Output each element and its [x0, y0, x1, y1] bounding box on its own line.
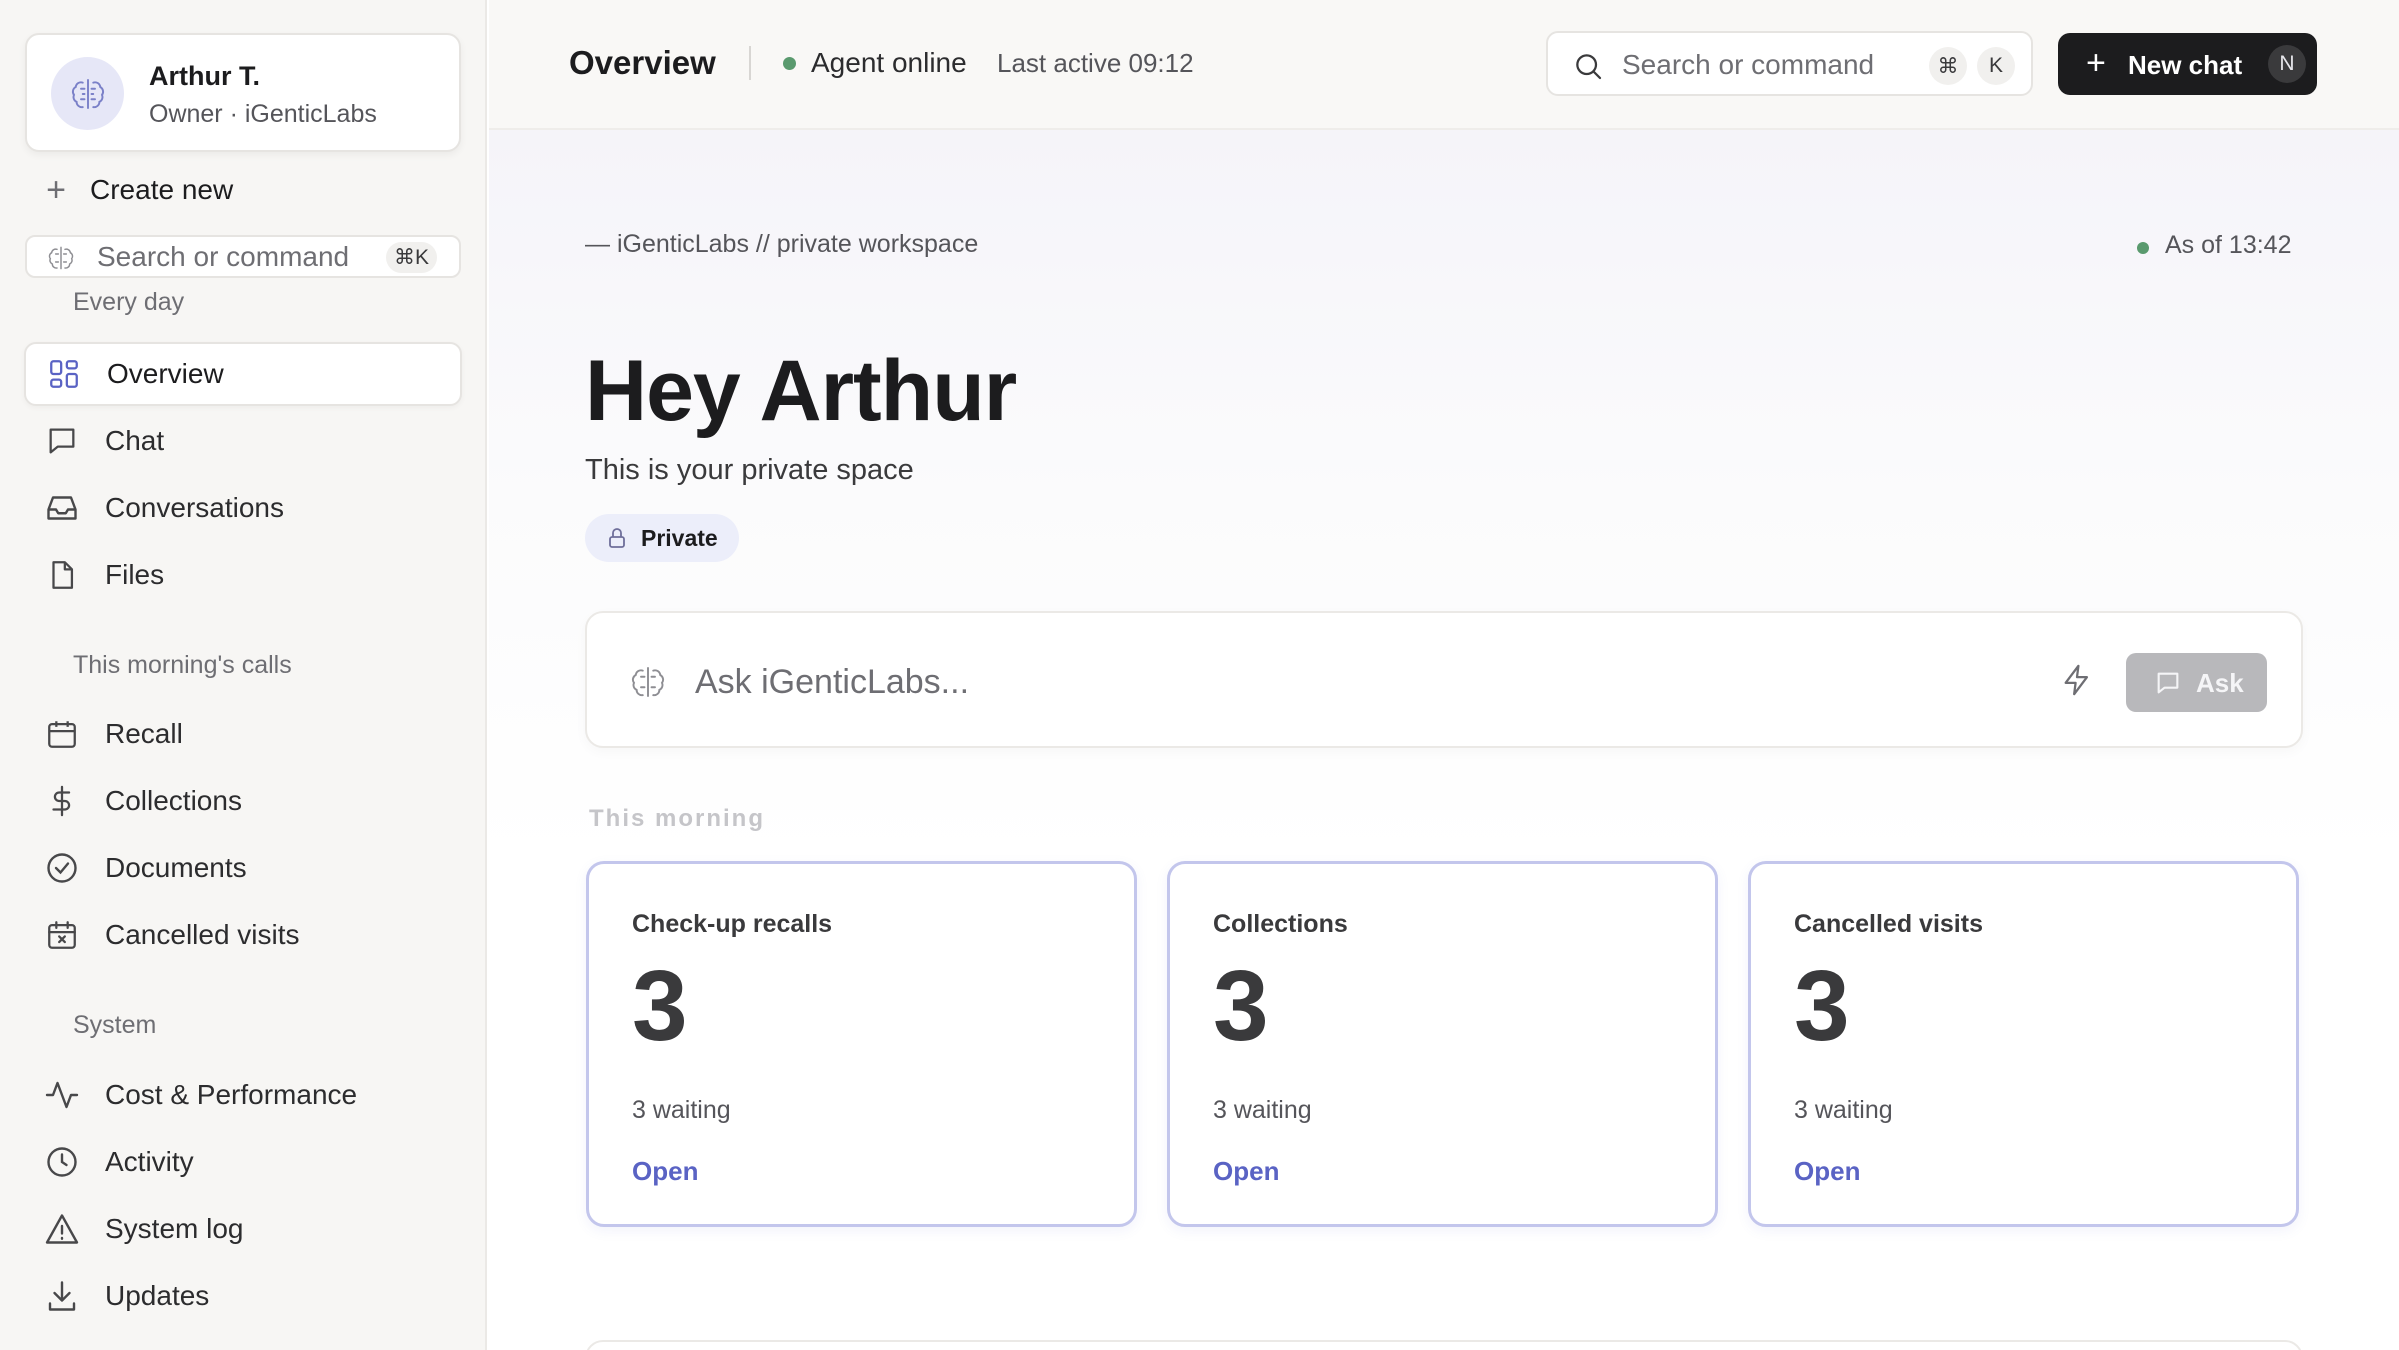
sidebar-item-cost-performance[interactable]: Cost & Performance: [24, 1063, 462, 1127]
top-bar: Overview Agent online Last active 09:12 …: [489, 0, 2399, 130]
download-icon: [44, 1278, 80, 1314]
clock-icon: [44, 1144, 80, 1180]
page-title: Overview: [569, 44, 716, 81]
calendar-x-icon: [44, 917, 80, 953]
sidebar-item-activity[interactable]: Activity: [24, 1130, 462, 1194]
sidebar-item-system-log[interactable]: System log: [24, 1197, 462, 1261]
as-of-dot: [2137, 242, 2149, 254]
brain-avatar-icon: [51, 57, 124, 130]
card-count: 3: [1213, 950, 1269, 1062]
sidebar-item-label: Documents: [105, 852, 247, 883]
create-new-button[interactable]: + Create new: [44, 168, 233, 212]
chat-bubble-icon: [2154, 669, 2182, 697]
sidebar-item-files[interactable]: Files: [24, 543, 462, 607]
card-cancelled-visits[interactable]: Cancelled visits 3 3 waiting Open: [1748, 861, 2299, 1227]
sidebar-search-shortcut: ⌘K: [385, 242, 437, 273]
profile-card[interactable]: Arthur T. Owner · iGenticLabs: [25, 33, 461, 152]
breadcrumb: — iGenticLabs // private workspace: [585, 230, 979, 258]
warning-icon: [44, 1211, 80, 1247]
grid-icon: [46, 356, 82, 392]
card-count: 3: [632, 950, 688, 1062]
agent-status: Agent online: [811, 47, 967, 78]
sidebar-item-collections[interactable]: Collections: [24, 769, 462, 833]
ask-button-label: Ask: [2196, 668, 2244, 698]
divider: [749, 46, 751, 80]
greeting-heading: Hey Arthur: [585, 343, 1017, 439]
private-badge-label: Private: [641, 525, 718, 551]
next-panel: [585, 1340, 2303, 1350]
lightning-icon[interactable]: [2060, 663, 2094, 697]
sidebar-item-label: Activity: [105, 1146, 194, 1177]
section-heading: This morning: [589, 805, 765, 832]
private-badge: Private: [585, 514, 739, 562]
sidebar-search-input[interactable]: Search or command ⌘K: [25, 235, 461, 278]
lock-icon: [605, 526, 629, 550]
section-label-calls: This morning's calls: [73, 651, 292, 679]
new-chat-label: New chat: [2128, 50, 2243, 80]
sidebar-item-documents[interactable]: Documents: [24, 836, 462, 900]
sidebar: Arthur T. Owner · iGenticLabs + Create n…: [0, 0, 487, 1350]
section-label-system: System: [73, 1011, 157, 1039]
sidebar-search-placeholder: Search or command: [97, 240, 350, 272]
status-dot: [783, 57, 796, 70]
create-new-label: Create new: [90, 174, 234, 205]
sidebar-item-label: Files: [105, 559, 165, 590]
sidebar-item-label: Cancelled visits: [105, 919, 300, 950]
ask-input[interactable]: Ask iGenticLabs... Ask: [585, 611, 2303, 748]
profile-role: Owner · iGenticLabs: [149, 100, 377, 128]
card-check-up-recalls[interactable]: Check-up recalls 3 3 waiting Open: [586, 861, 1137, 1227]
ask-placeholder: Ask iGenticLabs...: [695, 663, 970, 701]
section-label-every-day: Every day: [73, 288, 185, 316]
last-active: Last active 09:12: [997, 48, 1194, 78]
sidebar-item-label: Overview: [107, 358, 224, 389]
sidebar-item-overview[interactable]: Overview: [24, 342, 462, 406]
new-chat-shortcut: N: [2268, 45, 2306, 83]
main-content: — iGenticLabs // private workspace As of…: [489, 130, 2399, 1350]
greeting-subtitle: This is your private space: [585, 454, 914, 486]
new-chat-button[interactable]: + New chat N: [2058, 33, 2317, 95]
brain-icon: [627, 661, 669, 703]
sidebar-item-cancelled-visits[interactable]: Cancelled visits: [24, 903, 462, 967]
search-placeholder: Search or command: [1622, 49, 1875, 80]
sidebar-item-label: System log: [105, 1213, 244, 1244]
card-title: Cancelled visits: [1794, 910, 1983, 938]
sidebar-item-recall[interactable]: Recall: [24, 702, 462, 766]
sidebar-item-label: Cost & Performance: [105, 1079, 358, 1110]
sidebar-item-label: Conversations: [105, 492, 284, 523]
sidebar-item-conversations[interactable]: Conversations: [24, 476, 462, 540]
profile-name: Arthur T.: [149, 61, 260, 91]
plus-icon: +: [46, 170, 66, 209]
calendar-icon: [44, 716, 80, 752]
sidebar-item-updates[interactable]: Updates: [24, 1264, 462, 1328]
k-key: K: [1977, 47, 2015, 85]
search-icon: [1572, 50, 1604, 82]
card-title: Check-up recalls: [632, 910, 833, 938]
card-subtitle: 3 waiting: [632, 1096, 731, 1124]
sidebar-item-chat[interactable]: Chat: [24, 409, 462, 473]
search-input[interactable]: Search or command ⌘ K: [1546, 31, 2033, 96]
plus-icon: +: [2086, 44, 2106, 82]
sidebar-item-label: Collections: [105, 785, 242, 816]
inbox-icon: [44, 490, 80, 526]
card-subtitle: 3 waiting: [1213, 1096, 1312, 1124]
sidebar-item-label: Updates: [105, 1280, 210, 1311]
sidebar-item-label: Recall: [105, 718, 183, 749]
file-icon: [44, 557, 80, 593]
card-collections[interactable]: Collections 3 3 waiting Open: [1167, 861, 1718, 1227]
pulse-icon: [44, 1077, 80, 1113]
card-open-link[interactable]: Open: [632, 1156, 698, 1187]
dollar-icon: [44, 783, 80, 819]
as-of-time: As of 13:42: [2165, 231, 2292, 259]
ask-button[interactable]: Ask: [2126, 653, 2267, 712]
card-open-link[interactable]: Open: [1794, 1156, 1860, 1187]
check-circle-icon: [44, 850, 80, 886]
card-open-link[interactable]: Open: [1213, 1156, 1279, 1187]
chat-bubble-icon: [44, 423, 80, 459]
card-title: Collections: [1213, 910, 1348, 938]
command-key: ⌘: [1929, 47, 1967, 85]
card-subtitle: 3 waiting: [1794, 1096, 1893, 1124]
card-count: 3: [1794, 950, 1850, 1062]
sidebar-item-label: Chat: [105, 425, 165, 456]
brain-icon: [45, 242, 77, 274]
